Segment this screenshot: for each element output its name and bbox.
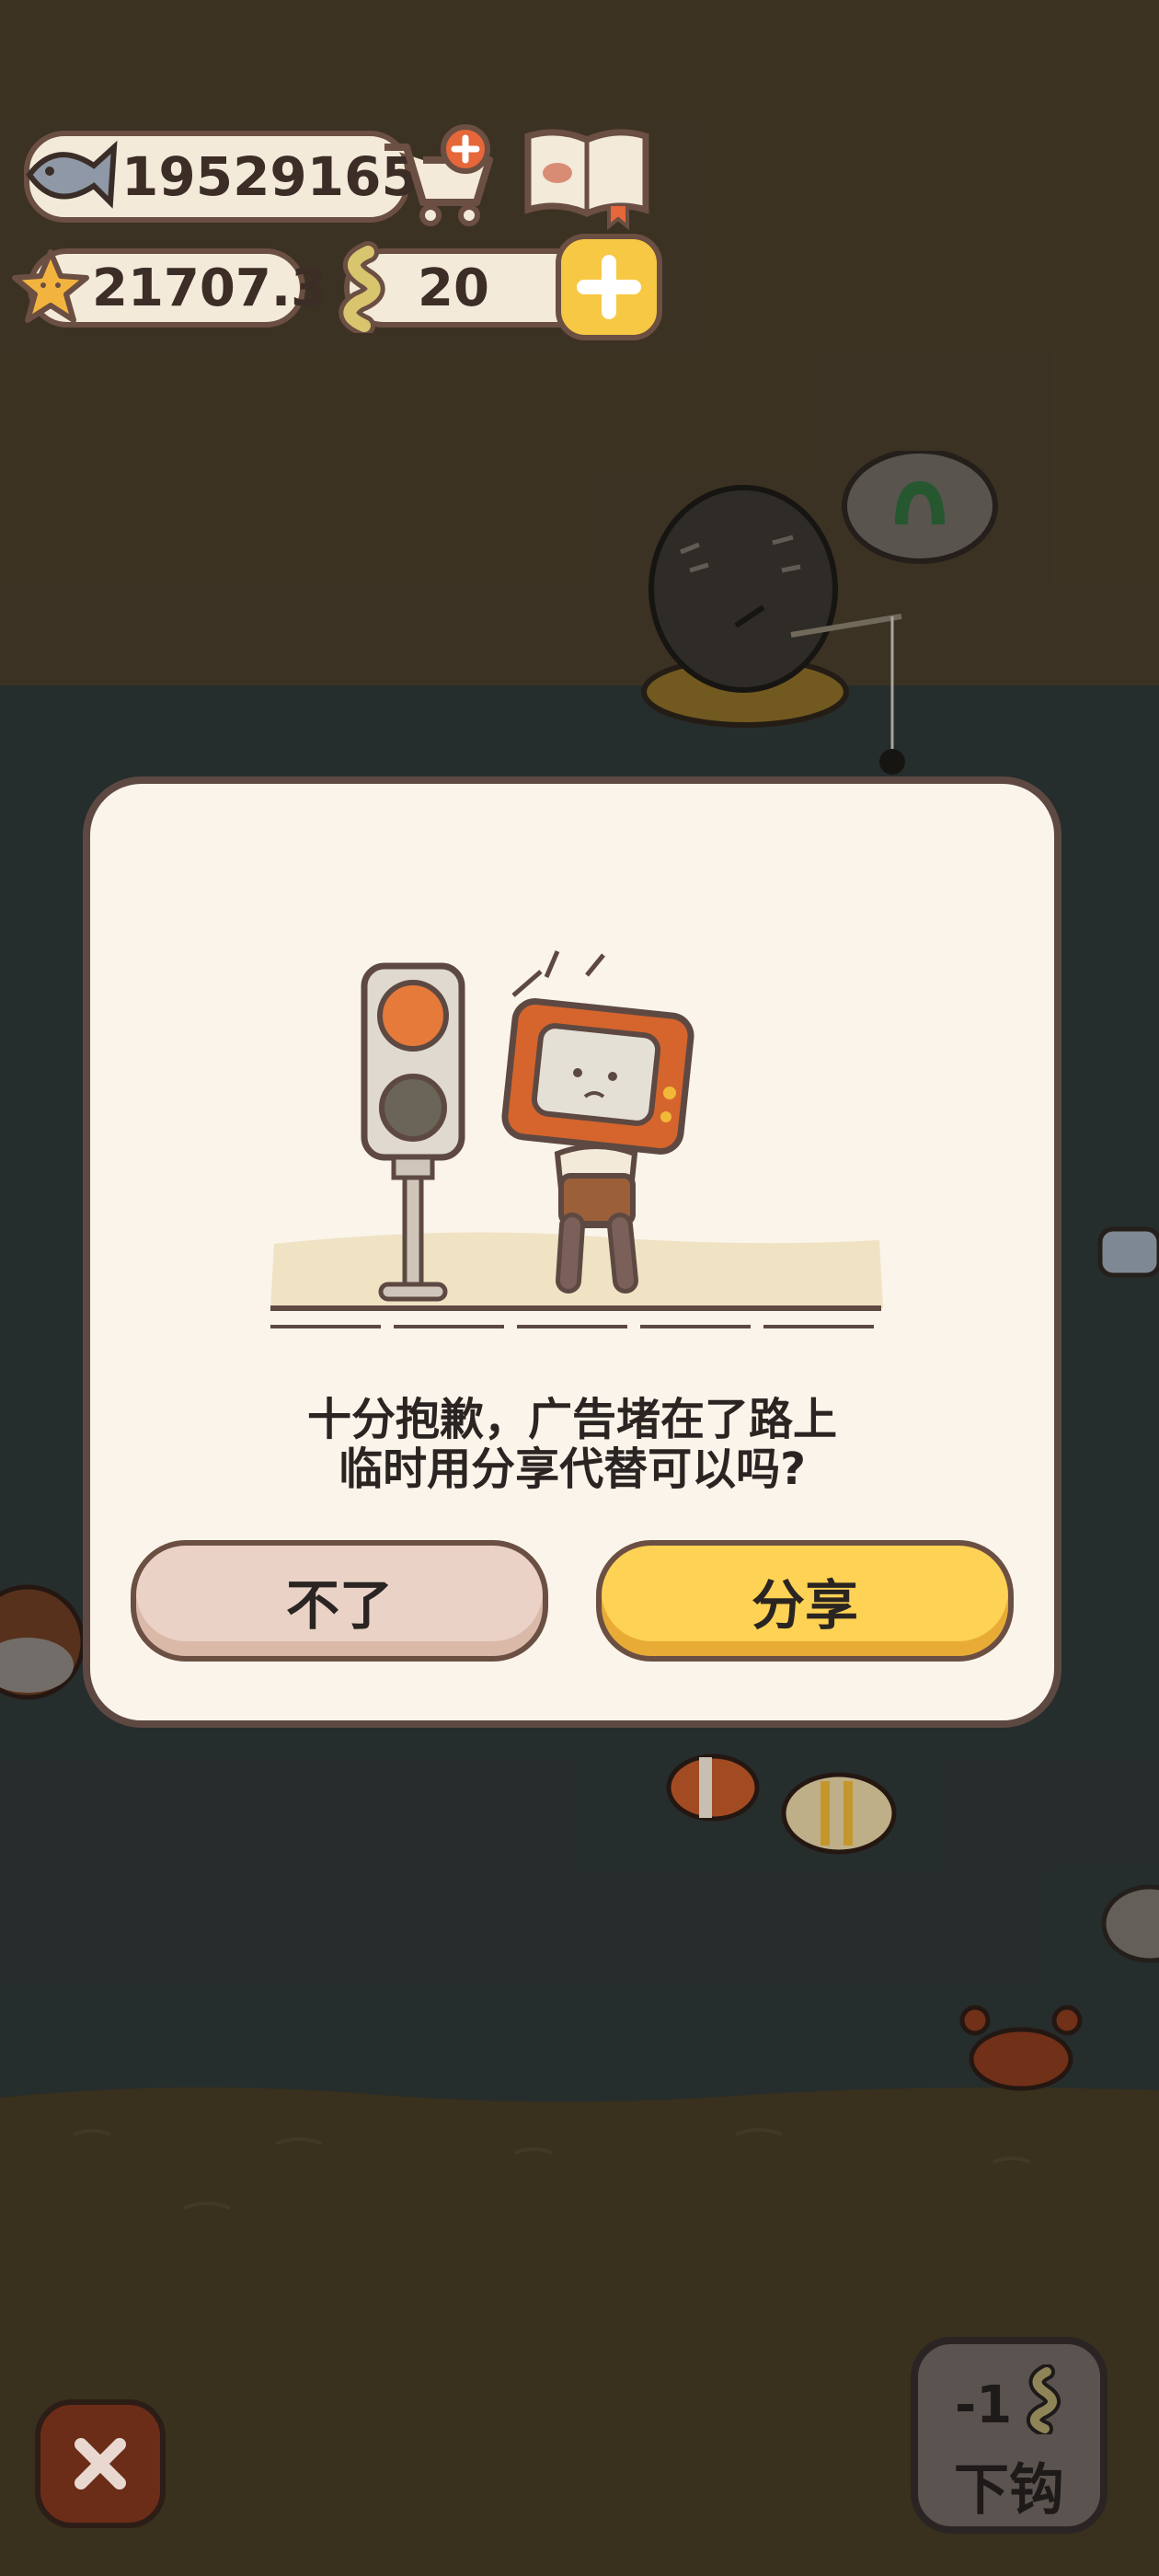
close-button[interactable] <box>35 2399 166 2528</box>
star-count: 21707.3 <box>92 258 327 318</box>
worm-icon <box>339 241 385 333</box>
add-bait-button[interactable] <box>556 234 662 340</box>
decline-button-label: 不了 <box>285 1574 393 1637</box>
starfish-icon <box>12 249 89 323</box>
worm-icon <box>1027 2364 1061 2434</box>
share-button[interactable]: 分享 <box>596 1540 1014 1662</box>
shopping-cart-plus-icon[interactable] <box>377 120 497 230</box>
fish-count: 19529165 <box>121 145 419 208</box>
fish-icon <box>26 140 118 209</box>
plus-icon <box>577 255 641 319</box>
tv-head-character-illustration <box>270 950 883 1328</box>
crab-book-icon[interactable] <box>521 121 653 230</box>
bait-count: 20 <box>418 258 489 318</box>
close-x-icon <box>75 2438 126 2490</box>
dialog-message-line-2: 临时用分享代替可以吗? <box>339 1443 806 1495</box>
drop-hook-button[interactable]: -1 下钩 <box>911 2337 1107 2534</box>
decline-button[interactable]: 不了 <box>131 1540 548 1662</box>
ad-unavailable-dialog: 十分抱歉，广告堵在了路上 临时用分享代替可以吗? 不了 分享 <box>83 776 1061 1728</box>
hook-cost: -1 <box>955 2375 1013 2435</box>
hook-label: 下钩 <box>954 2458 1064 2523</box>
dialog-message-line-1: 十分抱歉，广告堵在了路上 <box>306 1394 837 1445</box>
share-button-label: 分享 <box>751 1574 858 1637</box>
